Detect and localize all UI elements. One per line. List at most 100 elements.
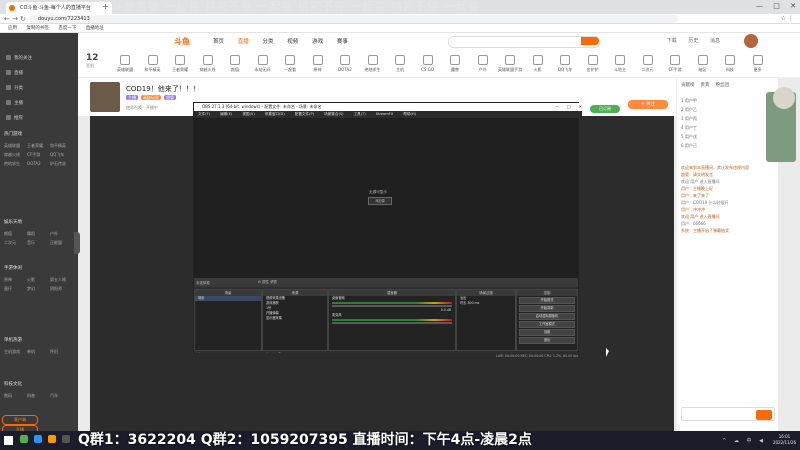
obs-menu-item[interactable]: 停靠窗口(D) bbox=[265, 112, 285, 116]
nav-arrows-icon[interactable]: ← → ↻ bbox=[4, 14, 26, 24]
bookmark-item[interactable]: 应用 bbox=[8, 26, 17, 31]
sidebar-item-recommend[interactable]: 推荐 bbox=[6, 115, 23, 123]
sidebar-link[interactable]: 汽车 bbox=[50, 391, 73, 400]
tab-contribution[interactable]: 贡献榜 bbox=[681, 83, 695, 88]
extensions-icon[interactable]: ☆ ⋮ bbox=[781, 14, 794, 24]
sidebar-link[interactable]: 颜值 bbox=[4, 229, 27, 238]
sidebar-link[interactable]: 蛋仔 bbox=[4, 284, 27, 293]
settings-button[interactable]: 设置 bbox=[519, 329, 575, 336]
avatar[interactable] bbox=[744, 34, 758, 48]
anchor-avatar[interactable] bbox=[90, 82, 120, 112]
sidebar-item-live[interactable]: 直播 bbox=[6, 70, 23, 78]
volume-slider[interactable] bbox=[332, 322, 452, 324]
obs-menu-item[interactable]: 文件(F) bbox=[198, 112, 210, 116]
category-item[interactable]: 永劫无间 bbox=[250, 55, 276, 73]
rank-item[interactable]: 5 用户戊 bbox=[681, 132, 771, 141]
category-item[interactable]: 穿越火线 bbox=[195, 55, 221, 73]
nav-game[interactable]: 游戏 bbox=[312, 39, 323, 45]
rank-item[interactable]: 4 用户丁 bbox=[681, 123, 771, 132]
category-item[interactable]: 王者荣耀 bbox=[167, 55, 193, 73]
follow-button[interactable]: + 关注 bbox=[628, 100, 668, 109]
app-icon[interactable] bbox=[34, 435, 42, 443]
obs-properties-filters[interactable]: ⚙ 属性 滤镜 bbox=[258, 279, 277, 284]
app-icon[interactable] bbox=[20, 435, 28, 443]
sidebar-link[interactable]: 梦幻 bbox=[27, 284, 50, 293]
message-link[interactable]: 消息 bbox=[710, 38, 720, 44]
nav-category[interactable]: 分类 bbox=[263, 39, 274, 45]
sidebar-link[interactable]: 正能量 bbox=[50, 238, 73, 247]
obs-maximize-button[interactable]: □ bbox=[567, 104, 571, 109]
checkin-date[interactable]: 12 签到 bbox=[86, 53, 99, 69]
category-item[interactable]: 英雄联盟手游 bbox=[497, 55, 523, 73]
sidebar-item-category[interactable]: 分类 bbox=[6, 85, 23, 93]
sidebar-link[interactable]: 科普 bbox=[27, 391, 50, 400]
sidebar-item-anchor[interactable]: 主播 bbox=[6, 100, 23, 108]
rank-item[interactable]: 3 用户丙 bbox=[681, 114, 771, 123]
close-window-button[interactable]: ✕ bbox=[790, 2, 796, 10]
history-link[interactable]: 历史 bbox=[688, 38, 698, 44]
minimize-button[interactable]: — bbox=[756, 2, 763, 10]
sidebar-link[interactable]: 炉石传说 bbox=[50, 159, 73, 168]
windows-start-icon[interactable] bbox=[4, 436, 13, 445]
sidebar-link[interactable]: 舞蹈 bbox=[27, 229, 50, 238]
taskbar-clock[interactable]: 16:01 2022/11/26 bbox=[773, 434, 796, 446]
tray-icons[interactable]: ^ ☁ 中 ◀ bbox=[722, 437, 766, 444]
sidebar-item-follow[interactable]: 我的关注 bbox=[6, 55, 32, 63]
sidebar-link[interactable]: CF手游 bbox=[27, 150, 50, 159]
obs-menu-item[interactable]: 工具(T) bbox=[354, 112, 366, 116]
sidebar-link[interactable]: 数码 bbox=[4, 391, 27, 400]
rank-item[interactable]: 1 用户甲 bbox=[681, 96, 771, 105]
sidebar-collapse-handle[interactable] bbox=[74, 232, 80, 254]
sidebar-link[interactable]: 阴阳师 bbox=[50, 284, 73, 293]
category-item[interactable]: 科技 bbox=[717, 55, 743, 73]
category-item[interactable]: 绝地求生 bbox=[360, 55, 386, 73]
sidebar-link[interactable]: 火影 bbox=[27, 275, 50, 284]
category-item[interactable]: 火影 bbox=[525, 55, 551, 73]
sidebar-link[interactable]: 穿越火线 bbox=[4, 150, 27, 159]
nav-video[interactable]: 视频 bbox=[287, 39, 298, 45]
sidebar-link[interactable]: DOTA2 bbox=[27, 159, 50, 168]
sidebar-link[interactable]: 和平精英 bbox=[50, 141, 73, 150]
sidebar-link[interactable]: 主机游戏 bbox=[4, 347, 27, 356]
category-item[interactable]: CF手游 bbox=[662, 55, 688, 73]
category-item[interactable]: CS:GO bbox=[415, 55, 441, 72]
mascot-icon[interactable] bbox=[773, 87, 795, 109]
category-item[interactable]: 斗地主 bbox=[607, 55, 633, 73]
sidebar-link[interactable]: QQ飞车 bbox=[50, 150, 73, 159]
studio-mode-button[interactable]: 工作室模式 bbox=[519, 321, 575, 328]
sidebar-link[interactable]: 怀旧 bbox=[50, 347, 73, 356]
app-icon[interactable] bbox=[48, 435, 56, 443]
obs-menu-item[interactable]: 帮助(H) bbox=[403, 112, 416, 116]
client-download-button[interactable]: 客户端 bbox=[2, 415, 38, 425]
search-input[interactable] bbox=[448, 36, 600, 48]
sidebar-link[interactable]: 王者荣耀 bbox=[27, 141, 50, 150]
obs-app-icon[interactable] bbox=[62, 435, 70, 443]
obs-preview[interactable]: 无源可显示 添加源 bbox=[194, 118, 578, 278]
sidebar-link[interactable]: 二次元 bbox=[4, 238, 27, 247]
obs-menu-item[interactable]: StreamFX bbox=[376, 112, 394, 116]
category-item[interactable]: 二次元 bbox=[635, 55, 661, 73]
obs-menu-item[interactable]: 视图(V) bbox=[242, 112, 254, 116]
rank-item[interactable]: 6 用户己 bbox=[681, 141, 771, 150]
maximize-button[interactable]: □ bbox=[773, 2, 780, 10]
category-item[interactable]: 主机 bbox=[387, 55, 413, 73]
subscribe-button[interactable]: 已订阅 bbox=[590, 105, 620, 113]
download-link[interactable]: 下载 bbox=[667, 38, 677, 44]
tab-vip[interactable]: 贵宾 bbox=[701, 83, 710, 88]
sidebar-link[interactable]: 第五人格 bbox=[50, 275, 73, 284]
nav-live[interactable]: 直播 bbox=[238, 39, 249, 45]
volume-slider[interactable] bbox=[332, 305, 452, 307]
new-tab-button[interactable]: + bbox=[102, 2, 109, 11]
sidebar-link[interactable]: 户外 bbox=[50, 229, 73, 238]
virtual-camera-button[interactable]: 启动虚拟摄像机 bbox=[519, 313, 575, 320]
nav-home[interactable]: 首页 bbox=[213, 39, 224, 45]
bookmark-item[interactable]: 直播地址 bbox=[86, 26, 104, 31]
obs-menu-item[interactable]: 场景集合(S) bbox=[324, 112, 343, 116]
scene-item[interactable]: 场景 bbox=[195, 296, 261, 301]
bookmark-item[interactable]: 百度一下 bbox=[58, 26, 76, 31]
douyu-logo[interactable]: 斗鱼 bbox=[174, 36, 190, 47]
tab-fans[interactable]: 粉丝团 bbox=[716, 83, 730, 88]
obs-close-button[interactable]: ✕ bbox=[579, 104, 582, 109]
category-item[interactable]: 暗区 bbox=[690, 55, 716, 73]
sidebar-link[interactable]: 原神 bbox=[4, 275, 27, 284]
